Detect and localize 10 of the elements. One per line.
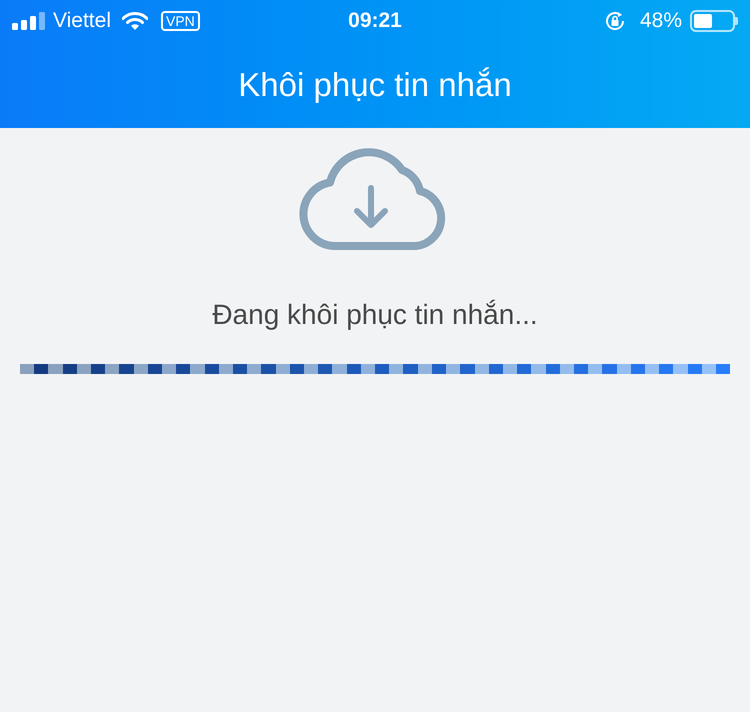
rotation-lock-icon	[604, 10, 626, 32]
screen-title: Khôi phục tin nhắn	[238, 65, 512, 106]
clock-time: 09:21	[348, 8, 402, 34]
battery-percent: 48%	[640, 8, 682, 34]
restore-status-text: Đang khôi phục tin nhắn...	[212, 298, 538, 332]
signal-icon	[12, 12, 46, 30]
vpn-badge: VPN	[161, 11, 200, 31]
wifi-icon	[122, 12, 148, 30]
carrier-name: Viettel	[53, 8, 111, 34]
battery-icon	[690, 10, 738, 32]
